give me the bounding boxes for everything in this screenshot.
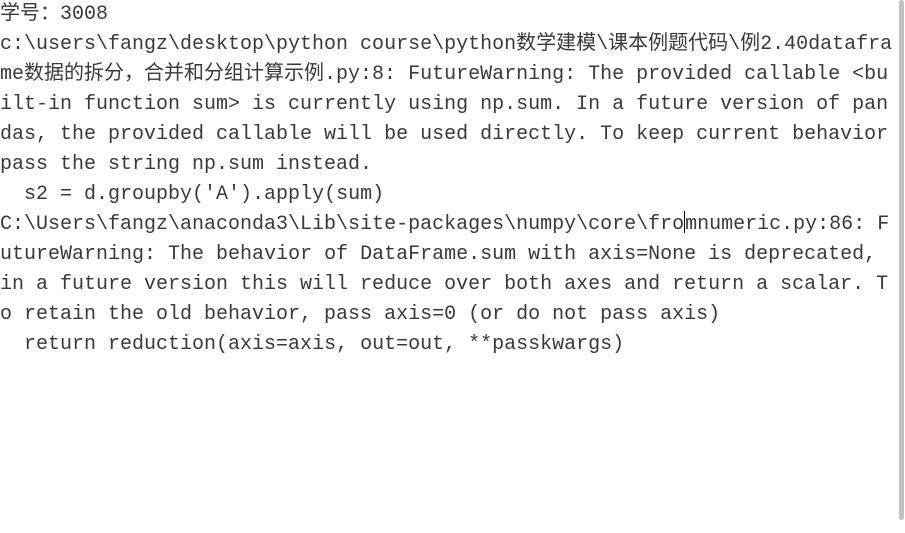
warning2-line-no: 86 xyxy=(829,213,853,236)
warning1-category: FutureWarning xyxy=(408,63,564,86)
terminal-viewport: 学号：3008 c:\users\fangz\desktop\python co… xyxy=(0,0,905,533)
warning2-source-path-b: mnumeric.py xyxy=(685,213,817,236)
vertical-scrollbar[interactable] xyxy=(894,0,905,533)
student-id-line: 学号：3008 xyxy=(0,3,108,26)
warning1-code: s2 = d.groupby('A').apply(sum) xyxy=(0,183,384,206)
terminal-output[interactable]: 学号：3008 c:\users\fangz\desktop\python co… xyxy=(0,0,894,533)
scrollbar-thumb[interactable] xyxy=(899,0,904,520)
warning2-source-path-a: C:\Users\fangz\anaconda3\Lib\site-packag… xyxy=(0,213,684,236)
warning2-code: return reduction(axis=axis, out=out, **p… xyxy=(0,333,624,356)
warning1-line-no: 8 xyxy=(372,63,384,86)
